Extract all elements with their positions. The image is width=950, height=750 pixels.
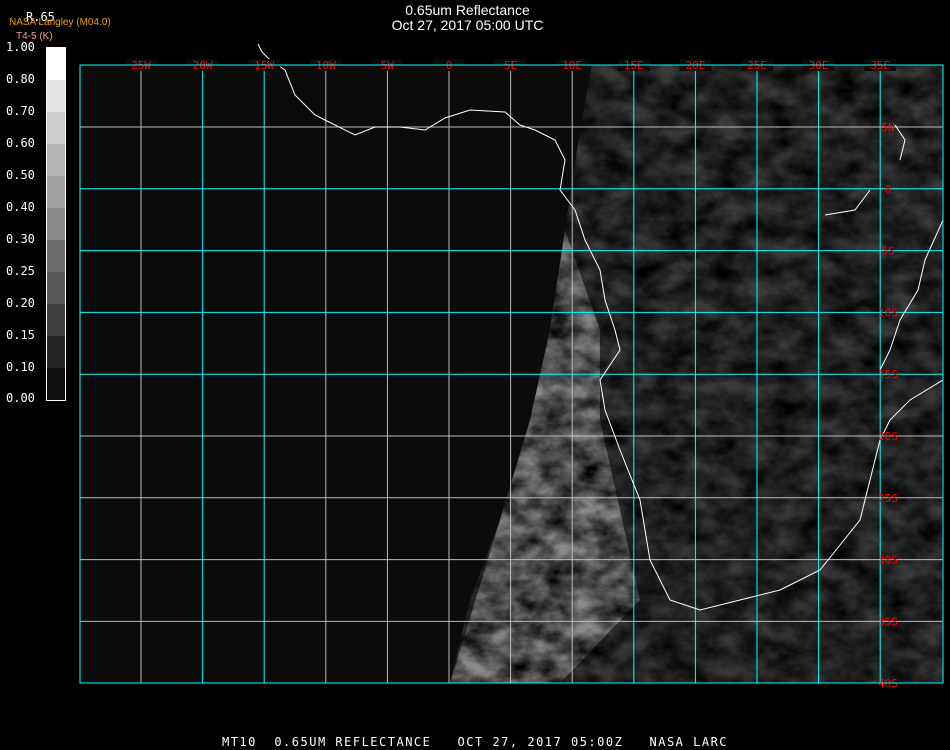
latitude-label: 25S — [878, 492, 898, 505]
latitude-label: 40S — [878, 677, 898, 690]
satellite-map: 25W 20W 15W 10W 5W 0 5E 10E 15E 20E 25E 30E 35E5N05S… — [79, 43, 944, 690]
latitude-label: 5N — [881, 121, 894, 134]
latitude-label: 35S — [878, 615, 898, 628]
latitude-label: 20S — [878, 430, 898, 443]
latitude-label: 5S — [881, 245, 894, 258]
footer-caption: MT10 0.65UM REFLECTANCE OCT 27, 2017 05:… — [221, 735, 729, 749]
latitude-label: 30S — [878, 554, 898, 567]
latitude-label: 10S — [878, 306, 898, 319]
latitude-label: 15S — [878, 368, 898, 381]
latitude-label: 0 — [885, 183, 892, 196]
